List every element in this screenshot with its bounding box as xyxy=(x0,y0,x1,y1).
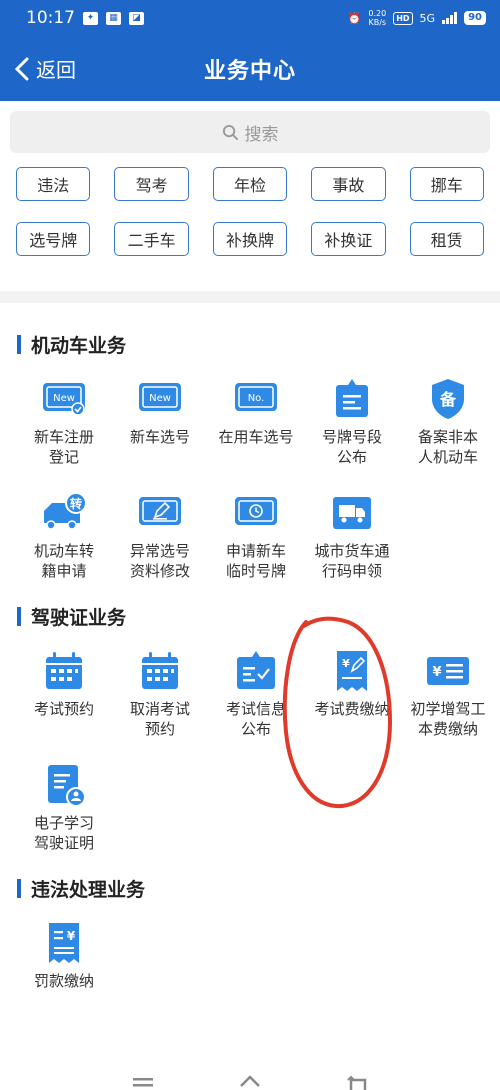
status-time: 10:17 xyxy=(26,8,75,28)
nav-bar: 返回 业务中心 xyxy=(0,36,500,101)
service-exam-cancel[interactable]: 取消考试 预约 xyxy=(112,647,208,753)
network-type: 5G xyxy=(419,11,436,25)
search-placeholder: 搜索 xyxy=(244,124,279,145)
quick-tag[interactable]: 选号牌 xyxy=(16,222,91,256)
service-learner-fee[interactable]: ¥ 初学增驾工 本费缴纳 xyxy=(400,647,496,753)
service-fine-payment[interactable]: ¥ 罚款缴纳 xyxy=(16,919,112,1025)
service-new-car-register[interactable]: New 新车注册 登记 xyxy=(16,375,112,481)
exam-fee-icon: ¥ xyxy=(337,651,367,691)
service-abnormal-plate-edit[interactable]: 异常选号 资料修改 xyxy=(112,489,208,595)
notification-file-icon: ◪ xyxy=(129,11,144,25)
section-title: 违法处理业务 xyxy=(31,878,146,901)
temp-plate-icon xyxy=(235,497,277,525)
quick-tags: 违法 驾考 年检 事故 挪车 选号牌 二手车 补换牌 补换证 租赁 xyxy=(0,153,500,256)
service-record-vehicle[interactable]: 备 备案非本 人机动车 xyxy=(400,375,496,481)
net-speed: 0.20 KB/s xyxy=(368,9,387,27)
chevron-left-icon xyxy=(14,57,29,80)
home-icon[interactable] xyxy=(238,1072,262,1090)
back-nav-icon[interactable] xyxy=(345,1072,369,1090)
system-nav-bar xyxy=(0,1066,500,1090)
signal-icon xyxy=(442,12,458,24)
service-plate-selection[interactable]: No. 在用车选号 xyxy=(208,375,304,481)
svg-text:New: New xyxy=(149,393,171,404)
e-certificate-icon xyxy=(48,765,86,807)
status-bar: 10:17 ✦ ▦ ◪ ⏰ 0.20 KB/s HD 5G 90 xyxy=(0,0,500,36)
search-input[interactable]: 搜索 xyxy=(10,111,490,153)
service-e-learning-certificate[interactable]: 电子学习 驾驶证明 xyxy=(16,761,112,867)
service-vehicle-transfer[interactable]: 转 机动车转 籍申请 xyxy=(16,489,112,595)
plate-no-icon: No. xyxy=(235,383,277,411)
service-plate-range[interactable]: 号牌号段 公布 xyxy=(304,375,400,481)
quick-tag[interactable]: 租赁 xyxy=(409,222,484,256)
service-temp-plate[interactable]: 申请新车 临时号牌 xyxy=(208,489,304,595)
quick-tag[interactable]: 补换牌 xyxy=(212,222,288,256)
service-cargo-pass[interactable]: 城市货车通 行码申领 xyxy=(304,489,400,595)
svg-text:转: 转 xyxy=(70,496,82,511)
menu-icon[interactable] xyxy=(131,1072,155,1090)
notification-gallery-icon: ▦ xyxy=(106,11,121,25)
section-title: 机动车业务 xyxy=(31,334,127,357)
svg-text:¥: ¥ xyxy=(67,929,76,943)
battery-icon: 90 xyxy=(464,11,486,25)
svg-text:New: New xyxy=(53,393,75,404)
back-label: 返回 xyxy=(36,58,76,82)
new-plate-icon: New xyxy=(139,383,181,411)
quick-tag[interactable]: 二手车 xyxy=(114,222,189,256)
service-exam-fee[interactable]: ¥ 考试费缴纳 xyxy=(304,647,400,753)
alarm-icon: ⏰ xyxy=(347,11,362,25)
new-car-register-icon: New xyxy=(43,383,85,416)
plate-range-icon xyxy=(336,379,368,417)
quick-tag[interactable]: 事故 xyxy=(311,167,386,201)
svg-text:¥: ¥ xyxy=(342,657,350,670)
service-exam-info[interactable]: 考试信息 公布 xyxy=(208,647,304,753)
exam-info-icon xyxy=(237,651,275,689)
truck-transfer-icon: 转 xyxy=(44,492,87,530)
fee-list-icon: ¥ xyxy=(427,657,469,685)
quick-tag[interactable]: 年检 xyxy=(212,167,288,201)
cargo-truck-icon xyxy=(333,497,371,529)
svg-text:No.: No. xyxy=(248,393,265,404)
svg-text:备: 备 xyxy=(439,390,457,409)
calendar-icon xyxy=(46,652,82,689)
service-new-plate[interactable]: New 新车选号 xyxy=(112,375,208,481)
quick-tag[interactable]: 挪车 xyxy=(409,167,484,201)
record-shield-icon: 备 xyxy=(432,379,464,419)
hd-badge: HD xyxy=(393,11,413,25)
notification-app-icon: ✦ xyxy=(83,11,98,25)
fine-payment-icon: ¥ xyxy=(49,923,79,963)
section-divider xyxy=(0,291,500,303)
quick-tag[interactable]: 驾考 xyxy=(114,167,189,201)
section-vehicle: 机动车业务 New 新车注册 登记 New 新车选号 No. 在用车选号 号牌号段… xyxy=(0,329,500,595)
svg-text:¥: ¥ xyxy=(432,665,441,680)
search-icon xyxy=(222,124,238,140)
section-violation: 违法处理业务 ¥ 罚款缴纳 xyxy=(0,873,500,1025)
section-title: 驾驶证业务 xyxy=(31,606,127,629)
service-exam-booking[interactable]: 考试预约 xyxy=(16,647,112,753)
section-license: 驾驶证业务 考试预约 取消考试 预约 考试信息 公布 ¥ 考试费缴纳 ¥ 初学增驾工… xyxy=(0,601,500,867)
quick-tag[interactable]: 补换证 xyxy=(311,222,386,256)
calendar-cancel-icon xyxy=(142,652,178,689)
back-button[interactable]: 返回 xyxy=(14,36,76,101)
edit-plate-icon xyxy=(139,497,181,525)
quick-tag[interactable]: 违法 xyxy=(16,167,91,201)
